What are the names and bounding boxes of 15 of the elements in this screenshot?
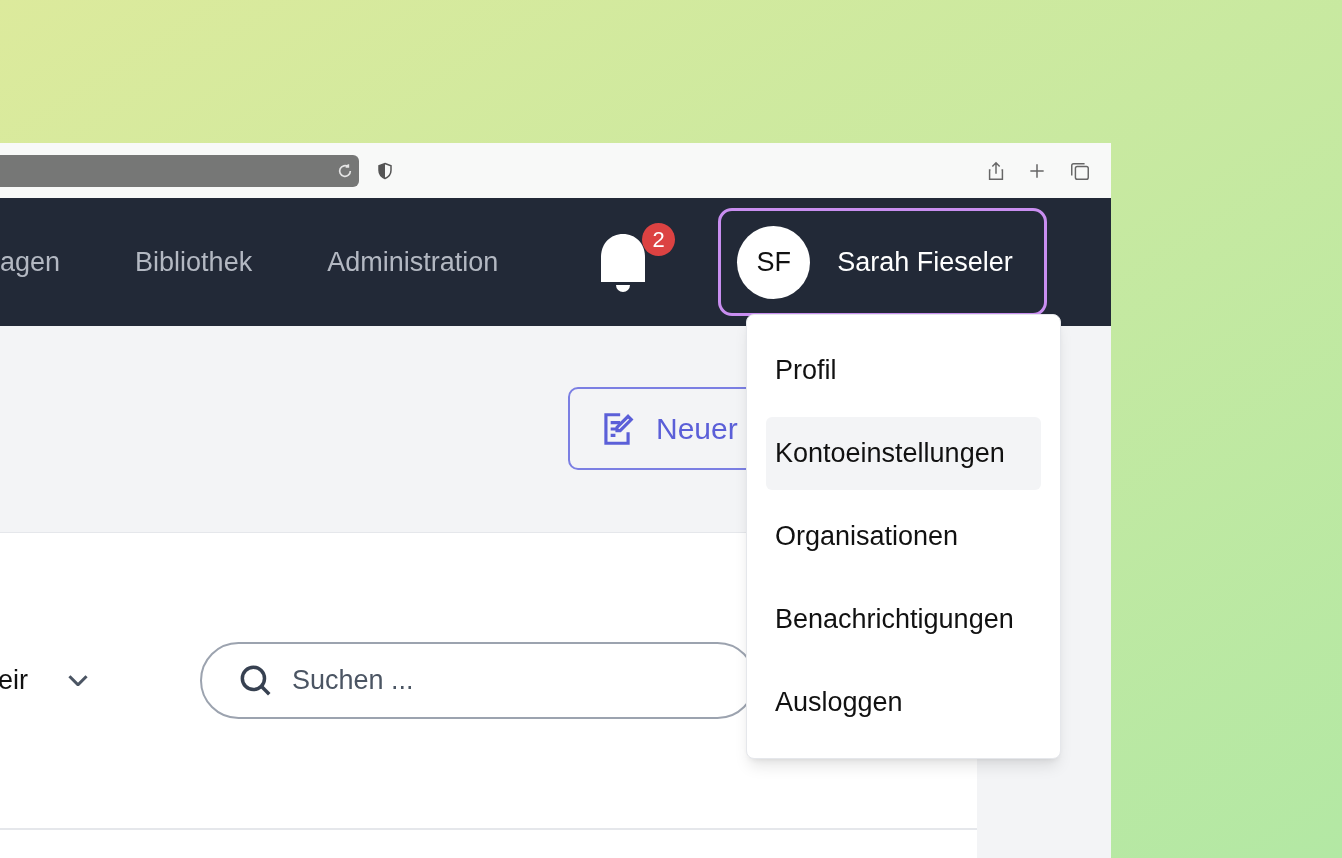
user-name: Sarah Fieseler (837, 245, 1013, 279)
menu-item[interactable]: Benachrichtigungen (766, 583, 1041, 656)
filter-dropdown[interactable]: eir (0, 660, 88, 701)
address-bar[interactable] (0, 154, 359, 187)
shield-icon[interactable] (376, 161, 394, 180)
menu-item[interactable]: Ausloggen (766, 666, 1041, 739)
menu-item[interactable]: Kontoeinstellungen (766, 417, 1041, 490)
menu-item[interactable]: Organisationen (766, 500, 1041, 573)
nav-link[interactable]: Bibliothek (135, 241, 253, 283)
notification-badge: 2 (642, 223, 676, 256)
nav-link[interactable]: agen (0, 241, 61, 283)
user-avatar: SF (737, 225, 811, 299)
reload-icon[interactable] (337, 162, 353, 179)
nav-link[interactable]: Administration (327, 241, 499, 283)
chevron-down-icon (68, 675, 88, 686)
